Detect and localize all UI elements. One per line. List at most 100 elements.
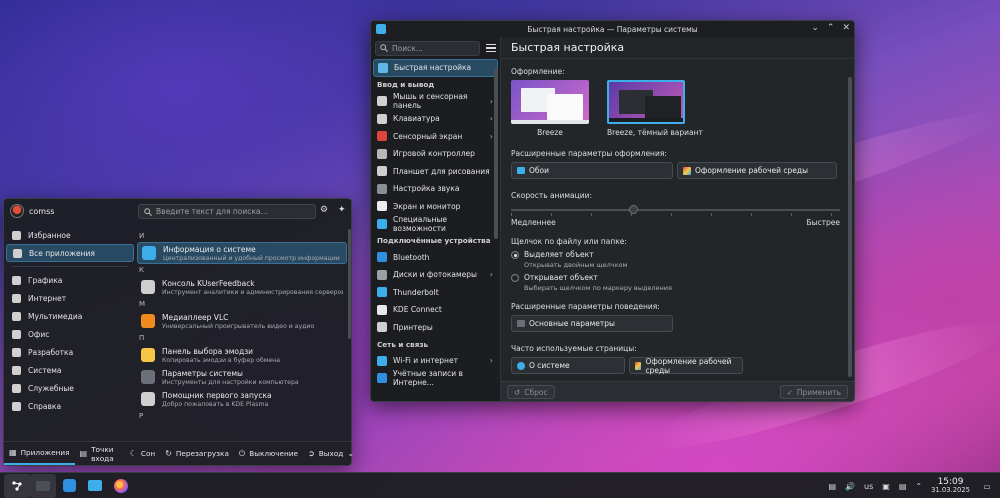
- sidebar-item[interactable]: Диски и фотокамеры ›: [373, 266, 498, 284]
- app-list-item[interactable]: Информация о системе Централизованный и у…: [137, 242, 347, 264]
- app-list-item[interactable]: Панель выбора эмодзи Копировать эмодзи в …: [137, 344, 347, 366]
- tab-applications[interactable]: ▦ Приложения: [4, 443, 75, 465]
- pin-icon[interactable]: ✦: [338, 205, 346, 215]
- clock[interactable]: 15:09 31.03.2025: [931, 477, 970, 495]
- sidebar-item-icon: [377, 148, 387, 159]
- sidebar-item[interactable]: Принтеры: [373, 319, 498, 337]
- radio-select-object[interactable]: Выделяет объект Открывать двойным щелчком: [511, 250, 840, 269]
- sidebar-item[interactable]: Планшет для рисования: [373, 163, 498, 181]
- main-scrollbar[interactable]: [848, 77, 852, 377]
- launcher-button[interactable]: [4, 473, 30, 498]
- sidebar-item[interactable]: Клавиатура ›: [373, 110, 498, 128]
- updates-icon[interactable]: ▣: [882, 482, 890, 491]
- clipboard-icon[interactable]: ▤: [828, 482, 836, 491]
- theme-breeze-dark[interactable]: Breeze, тёмный вариант: [607, 80, 703, 137]
- window-titlebar[interactable]: Быстрая настройка — Параметры системы ⌄ …: [371, 21, 854, 37]
- launcher-category[interactable]: Избранное: [6, 226, 134, 244]
- page-title: Быстрая настройка: [501, 37, 854, 59]
- sidebar-item[interactable]: Bluetooth: [373, 249, 498, 267]
- configure-icon[interactable]: ⚙: [320, 205, 328, 215]
- app-list-item[interactable]: Параметры системы Инструменты для настрой…: [137, 366, 347, 388]
- sidebar-item[interactable]: Быстрая настройка: [373, 59, 498, 77]
- tray-expand-icon[interactable]: ⌃: [915, 482, 922, 491]
- theme-breeze[interactable]: Breeze: [511, 80, 589, 137]
- sidebar-item[interactable]: Игровой контроллер: [373, 145, 498, 163]
- app-group-letter: Р: [139, 412, 144, 420]
- launcher-search-input[interactable]: Введите текст для поиска...: [138, 204, 316, 219]
- sidebar-item[interactable]: Настройка звука: [373, 180, 498, 198]
- sleep-button[interactable]: ☾ Сон: [125, 443, 161, 465]
- volume-icon[interactable]: 🔊: [845, 482, 855, 491]
- category-label: Все приложения: [29, 248, 95, 258]
- animation-label: Скорость анимации:: [511, 191, 593, 200]
- system-tray: ▤ 🔊 us ▣ ▤ ⌃ 15:09 31.03.2025: [828, 473, 970, 498]
- taskbar-discover[interactable]: [56, 474, 82, 498]
- radio-button-unchecked[interactable]: [511, 274, 519, 282]
- sidebar-item[interactable]: Wi-Fi и интернет ›: [373, 352, 498, 370]
- launcher-category[interactable]: Служебные: [6, 379, 134, 397]
- theme-breeze-dark-preview: [607, 80, 685, 124]
- app-list-item[interactable]: Помощник первого запуска Добро пожаловать…: [137, 388, 347, 410]
- wallpaper-button[interactable]: Обои: [511, 162, 673, 179]
- shutdown-button[interactable]: ⏻ Выключение: [234, 443, 303, 465]
- search-icon: [380, 44, 388, 52]
- sidebar-item-label: Экран и монитор: [393, 201, 461, 211]
- reboot-button[interactable]: ↻ Перезагрузка: [160, 443, 234, 465]
- sidebar-item[interactable]: KDE Connect: [373, 301, 498, 319]
- sidebar-item[interactable]: Мышь и сенсорная панель ›: [373, 92, 498, 110]
- launcher-category[interactable]: Графика: [6, 271, 134, 289]
- sidebar-item[interactable]: Учётные записи в Интерне...: [373, 369, 498, 388]
- launcher-category[interactable]: Мультимедиа: [6, 307, 134, 325]
- app-name: Информация о системе: [163, 244, 256, 254]
- category-label: Интернет: [28, 293, 67, 303]
- taskbar-firefox[interactable]: [108, 474, 134, 498]
- animation-speed-slider[interactable]: [511, 204, 840, 216]
- apply-button[interactable]: ✓ Применить: [779, 385, 848, 399]
- category-label: Офис: [28, 329, 50, 339]
- maximize-icon[interactable]: ⌃: [827, 23, 835, 33]
- launcher-category[interactable]: Справка: [6, 397, 134, 415]
- logout-button[interactable]: ➲ Выход ⌄: [303, 443, 359, 465]
- radio-button-checked[interactable]: [511, 251, 519, 259]
- kde-logo-icon: [12, 480, 22, 491]
- settings-search-input[interactable]: Поиск...: [375, 40, 480, 56]
- palette-icon: [635, 361, 642, 370]
- app-description: Инструмент аналитики и администрирования…: [162, 288, 343, 296]
- network-icon[interactable]: ▤: [899, 482, 907, 491]
- sidebar-item[interactable]: Экран и монитор: [373, 198, 498, 216]
- app-name: Консоль KUserFeedback: [162, 278, 255, 288]
- launcher-category[interactable]: Интернет: [6, 289, 134, 307]
- sidebar-scrollbar[interactable]: [494, 61, 499, 401]
- apps-scrollbar[interactable]: [348, 229, 351, 339]
- hamburger-menu-icon[interactable]: [486, 43, 496, 53]
- app-list-item[interactable]: Медиаплеер VLC Универсальный проигрывател…: [137, 310, 347, 332]
- faster-label: Быстрее: [806, 218, 840, 227]
- reset-button[interactable]: ↺ Сброс: [507, 385, 555, 399]
- close-icon[interactable]: ✕: [842, 23, 850, 33]
- user-avatar[interactable]: [10, 204, 24, 218]
- sidebar-item[interactable]: Thunderbolt: [373, 284, 498, 302]
- keyboard-layout[interactable]: us: [864, 482, 873, 491]
- taskbar-system-settings[interactable]: [30, 473, 56, 498]
- show-desktop-button[interactable]: ▭: [978, 477, 996, 495]
- sidebar-item[interactable]: Сенсорный экран ›: [373, 128, 498, 146]
- radio-open-object[interactable]: Открывает объект Выбирать щелчком по марк…: [511, 273, 840, 292]
- launcher-category[interactable]: Все приложения: [6, 244, 134, 262]
- workspace-theme-button[interactable]: Оформление рабочей среды: [677, 162, 837, 179]
- frequent-workspace-theme-button[interactable]: Оформление рабочей среды: [629, 357, 743, 375]
- taskbar-dolphin[interactable]: [82, 474, 108, 498]
- wallpaper-icon: [517, 167, 525, 174]
- launcher-category[interactable]: Разработка: [6, 343, 134, 361]
- sidebar-item[interactable]: Специальные возможности: [373, 215, 498, 233]
- minimize-icon[interactable]: ⌄: [811, 23, 819, 33]
- app-list-item[interactable]: Консоль KUserFeedback Инструмент аналитик…: [137, 276, 347, 298]
- general-settings-button[interactable]: Основные параметры: [511, 315, 673, 332]
- sidebar-item-label: Учётные записи в Интерне...: [393, 369, 463, 388]
- launcher-category[interactable]: Система: [6, 361, 134, 379]
- launcher-category[interactable]: Офис: [6, 325, 134, 343]
- category-icon: [12, 293, 21, 303]
- sidebar-item-label: Диски и фотокамеры: [393, 270, 477, 280]
- tab-places[interactable]: ▤ Точки входа: [75, 443, 119, 465]
- slider-handle[interactable]: [628, 205, 638, 214]
- about-system-button[interactable]: О системе: [511, 357, 625, 374]
